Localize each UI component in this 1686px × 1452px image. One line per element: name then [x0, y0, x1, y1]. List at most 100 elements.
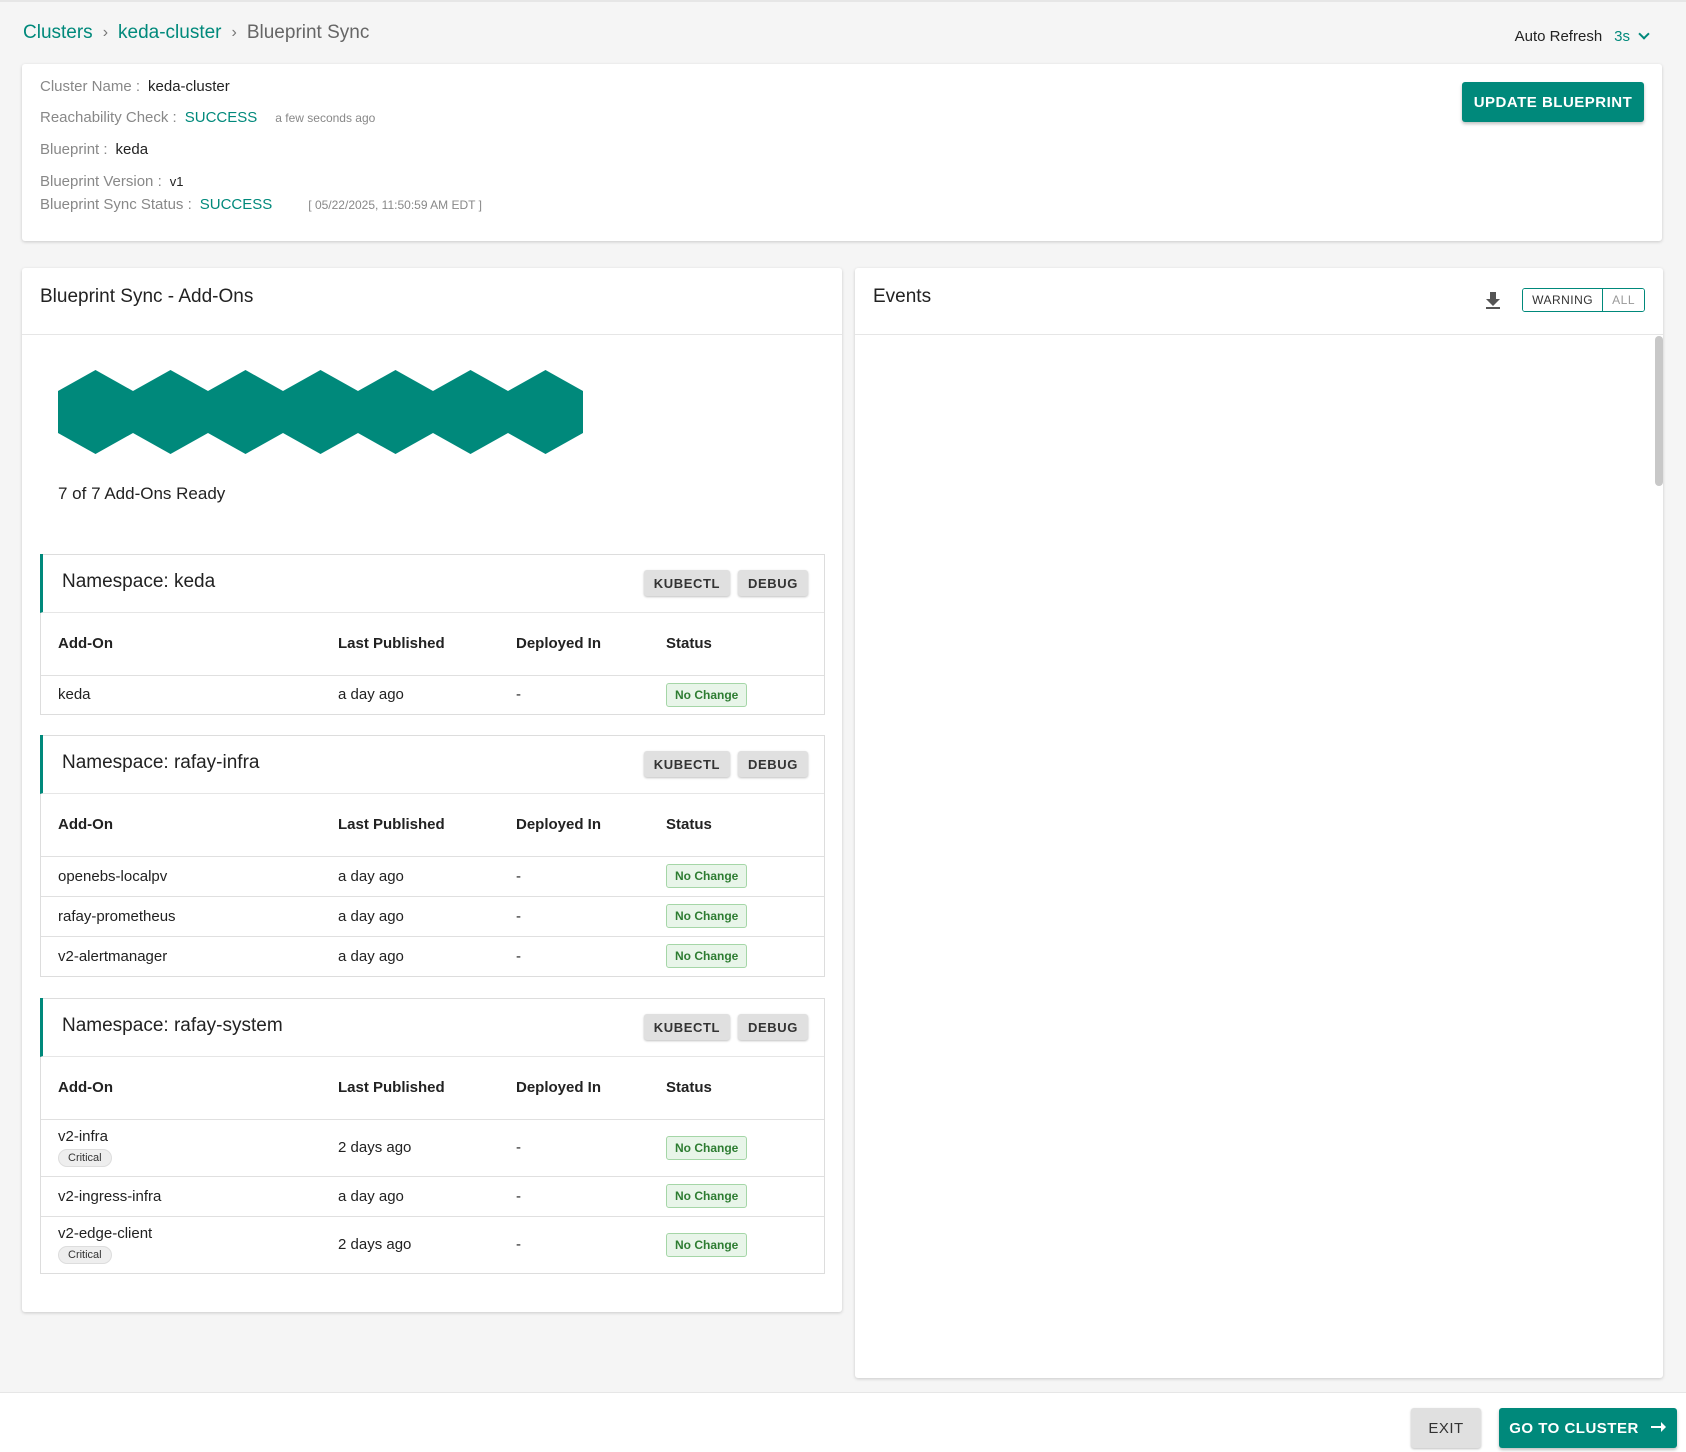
addon-name: v2-edge-client	[58, 1225, 153, 1243]
events-panel: Events WARNING ALL	[855, 268, 1663, 1378]
filter-all-button[interactable]: ALL	[1603, 289, 1644, 311]
addon-last-published: 2 days ago	[338, 1119, 516, 1177]
auto-refresh: Auto Refresh 3s	[1514, 28, 1650, 45]
namespace-actions: KUBECTL DEBUG	[643, 751, 808, 777]
sync-status-value: SUCCESS	[199, 196, 273, 213]
download-icon[interactable]	[1482, 289, 1504, 311]
breadcrumb-clusters-link[interactable]: Clusters	[23, 22, 93, 44]
addon-hexagon	[508, 370, 583, 454]
status-badge: No Change	[666, 682, 748, 707]
namespace-block-rafay-system: Namespace: rafay-system KUBECTL DEBUG Ad…	[40, 998, 825, 1274]
blueprint-label: Blueprint :	[40, 141, 108, 158]
critical-badge: Critical	[58, 1246, 112, 1265]
filter-warning-button[interactable]: WARNING	[1523, 289, 1604, 311]
namespace-header: Namespace: keda KUBECTL DEBUG	[40, 554, 824, 613]
auto-refresh-label: Auto Refresh	[1514, 28, 1603, 45]
namespace-header: Namespace: rafay-system KUBECTL DEBUG	[40, 998, 824, 1057]
table-row: openebs-localpv a day ago - No Change	[41, 856, 824, 897]
events-filter-toggle: WARNING ALL	[1522, 288, 1645, 312]
addons-table: Add-On Last Published Deployed In Status…	[41, 1057, 824, 1273]
addon-name: openebs-localpv	[41, 856, 338, 897]
addon-status-cell: No Change	[666, 675, 824, 714]
breadcrumb-current: Blueprint Sync	[246, 22, 370, 43]
namespace-title: Namespace: rafay-infra	[62, 752, 260, 773]
column-header-last-published: Last Published	[338, 794, 516, 857]
debug-button[interactable]: DEBUG	[738, 1014, 808, 1040]
addon-name-cell: v2-edge-client Critical	[41, 1216, 338, 1273]
table-header-row: Add-On Last Published Deployed In Status	[41, 794, 824, 857]
debug-button[interactable]: DEBUG	[738, 570, 808, 596]
addon-deployed-in: -	[516, 947, 521, 965]
events-panel-header: Events WARNING ALL	[855, 268, 1663, 335]
addon-name: v2-alertmanager	[58, 947, 168, 965]
addons-table: Add-On Last Published Deployed In Status…	[41, 794, 824, 976]
critical-badge: Critical	[58, 1149, 112, 1167]
events-scrollbar[interactable]	[1655, 336, 1663, 486]
addon-hexagon	[283, 370, 358, 454]
status-badge: No Change	[666, 1184, 748, 1208]
table-row: v2-infra Critical 2 days ago - No Change	[41, 1119, 824, 1177]
breadcrumb-cluster-link[interactable]: keda-cluster	[118, 22, 222, 44]
addons-panel-header: Blueprint Sync - Add-Ons	[22, 268, 842, 335]
addons-panel-title: Blueprint Sync - Add-Ons	[40, 286, 254, 307]
addon-name-cell: v2-infra Critical	[41, 1119, 338, 1177]
exit-button[interactable]: EXIT	[1411, 1408, 1481, 1448]
status-badge: No Change	[666, 1135, 748, 1160]
status-badge: No Change	[666, 944, 748, 969]
column-header-deployed-in: Deployed In	[516, 794, 666, 857]
blueprint-row: Blueprint : keda	[40, 141, 148, 158]
column-header-addon: Add-On	[41, 613, 338, 676]
addon-status-cell: No Change	[666, 856, 824, 897]
table-header-row: Add-On Last Published Deployed In Status	[41, 613, 824, 676]
namespace-title: Namespace: keda	[62, 571, 216, 592]
addon-name: keda	[58, 686, 91, 704]
addons-table: Add-On Last Published Deployed In Status…	[41, 613, 824, 714]
column-header-addon: Add-On	[41, 1057, 338, 1120]
kubectl-button[interactable]: KUBECTL	[643, 751, 731, 777]
addon-deployed-in: -	[516, 1176, 666, 1217]
debug-button[interactable]: DEBUG	[738, 751, 808, 777]
addon-status-hexagons	[58, 370, 583, 454]
footer-bar: EXIT GO TO CLUSTER	[0, 1392, 1686, 1452]
cluster-name-row: Cluster Name : keda-cluster	[40, 78, 230, 95]
column-header-addon: Add-On	[41, 794, 338, 857]
column-header-last-published: Last Published	[338, 1057, 516, 1120]
blueprint-value: keda	[115, 141, 149, 158]
go-to-cluster-label: GO TO CLUSTER	[1509, 1419, 1639, 1437]
kubectl-button[interactable]: KUBECTL	[643, 1014, 731, 1040]
addon-hexagon	[358, 370, 433, 454]
auto-refresh-select[interactable]: 3s	[1614, 28, 1650, 45]
sync-status-time: [ 05/22/2025, 11:50:59 AM EDT ]	[308, 198, 482, 212]
addon-status-cell: No Change	[666, 1216, 824, 1273]
addons-ready-text: 7 of 7 Add-Ons Ready	[58, 484, 226, 503]
table-row: v2-ingress-infra a day ago - No Change	[41, 1176, 824, 1217]
addon-name: v2-infra	[58, 1128, 109, 1145]
addon-deployed-in: -	[516, 896, 666, 937]
table-row: rafay-prometheus a day ago - No Change	[41, 896, 824, 937]
column-header-deployed-in: Deployed In	[516, 613, 666, 676]
addon-hexagon	[433, 370, 508, 454]
reachability-status: SUCCESS	[184, 109, 258, 126]
table-row: keda a day ago - No Change	[41, 675, 824, 714]
addons-panel: Blueprint Sync - Add-Ons 7 of 7 Add-Ons …	[22, 268, 842, 1312]
addon-status-cell: No Change	[666, 1119, 824, 1177]
status-badge: No Change	[666, 1232, 748, 1257]
status-badge: No Change	[666, 904, 748, 928]
blueprint-version-row: Blueprint Version : v1	[40, 173, 183, 190]
auto-refresh-value: 3s	[1614, 28, 1630, 45]
namespace-actions: KUBECTL DEBUG	[643, 570, 808, 596]
column-header-status: Status	[666, 794, 824, 857]
go-to-cluster-button[interactable]: GO TO CLUSTER	[1499, 1408, 1677, 1448]
reachability-time: a few seconds ago	[275, 111, 376, 125]
addon-last-published: a day ago	[338, 947, 404, 965]
addon-status-cell: No Change	[666, 1176, 824, 1217]
update-blueprint-button[interactable]: UPDATE BLUEPRINT	[1462, 82, 1644, 122]
addon-last-published: a day ago	[338, 896, 516, 937]
table-row: v2-alertmanager a day ago - No Change	[41, 936, 824, 976]
addon-hexagon	[208, 370, 283, 454]
reachability-row: Reachability Check : SUCCESS a few secon…	[40, 109, 375, 126]
kubectl-button[interactable]: KUBECTL	[643, 570, 731, 596]
column-header-status: Status	[666, 1057, 824, 1120]
reachability-label: Reachability Check :	[40, 109, 177, 126]
column-header-status: Status	[666, 613, 824, 676]
